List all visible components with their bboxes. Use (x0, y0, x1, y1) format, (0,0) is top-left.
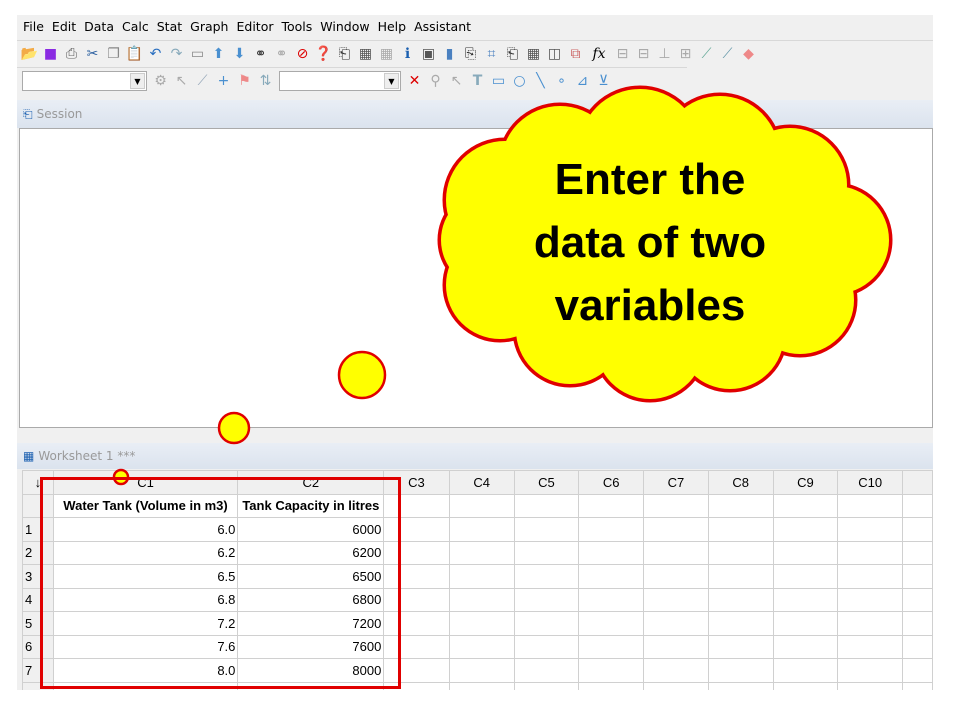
thought-bubble (337, 350, 387, 400)
callout-line: data of two (533, 218, 767, 267)
callout-line: variables (554, 281, 746, 330)
callout-line: Enter the (554, 155, 746, 204)
thought-bubble (217, 411, 251, 445)
highlight-box (40, 477, 401, 689)
callout-text: Enter the data of two variables (470, 148, 830, 337)
